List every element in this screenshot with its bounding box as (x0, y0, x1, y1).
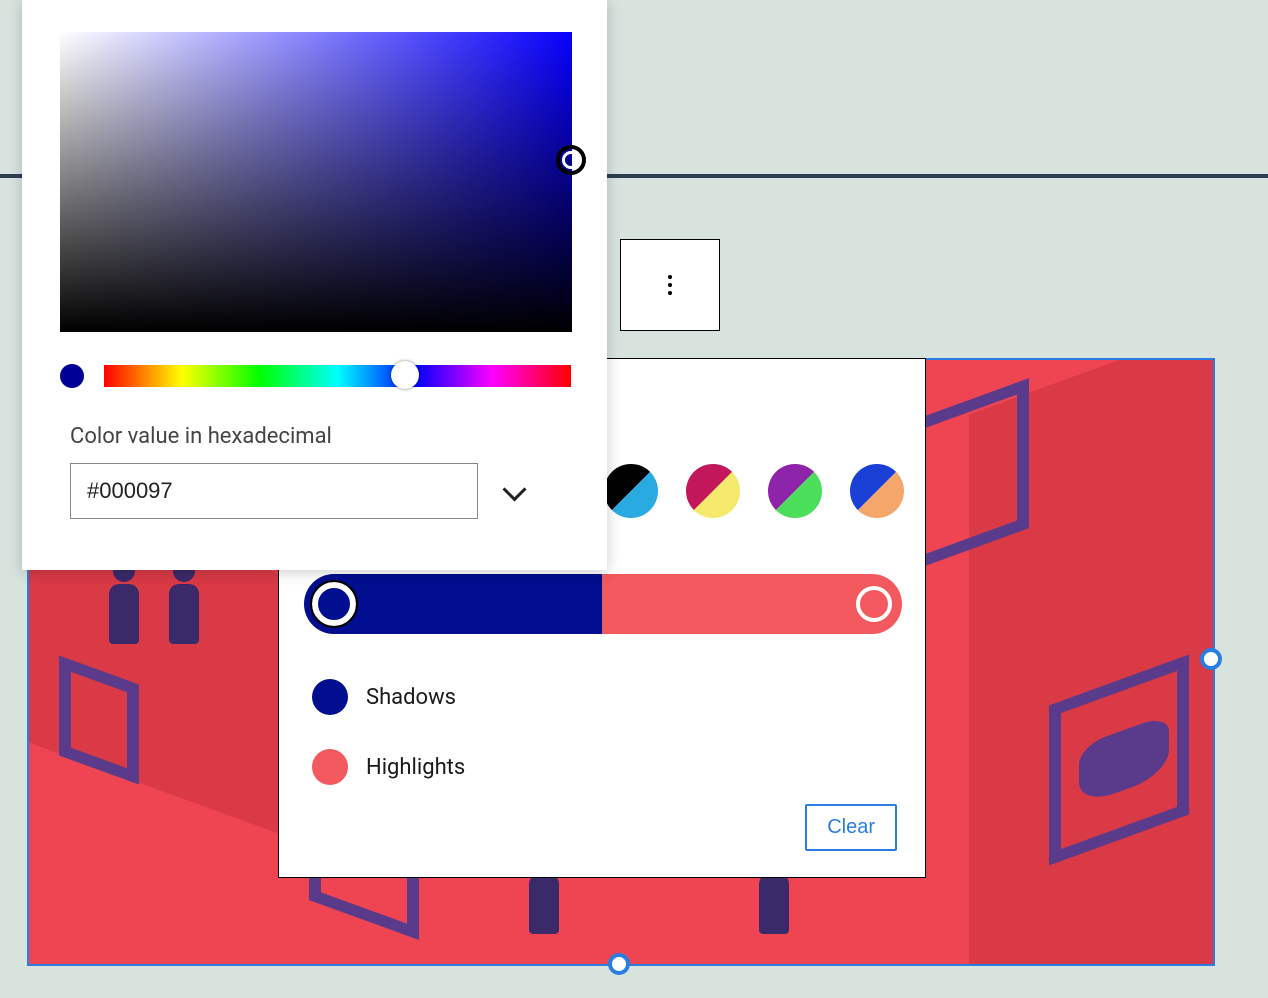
duotone-preset-magenta-yellow[interactable] (686, 464, 740, 518)
current-color-dot-icon (60, 364, 84, 388)
saturation-field[interactable] (60, 32, 572, 332)
clear-button[interactable]: Clear (805, 804, 897, 851)
kebab-icon (668, 275, 672, 295)
duotone-slider[interactable] (304, 574, 902, 634)
legend-shadows[interactable]: Shadows (312, 679, 456, 715)
highlights-swatch-icon (312, 749, 348, 785)
highlights-label: Highlights (366, 755, 465, 780)
illustration-person (109, 560, 139, 650)
more-options-button[interactable] (620, 239, 720, 331)
resize-handle-right[interactable] (1200, 648, 1222, 670)
shadows-swatch-icon (312, 679, 348, 715)
duotone-shadows-handle[interactable] (312, 582, 356, 626)
hex-input-label: Color value in hexadecimal (70, 424, 571, 449)
saturation-cursor[interactable] (556, 145, 586, 175)
duotone-highlights-handle[interactable] (856, 586, 892, 622)
hue-slider[interactable] (104, 365, 571, 387)
legend-highlights[interactable]: Highlights (312, 749, 465, 785)
duotone-preset-purple-green[interactable] (768, 464, 822, 518)
hex-input[interactable] (70, 463, 478, 519)
duotone-preset-blue-orange[interactable] (850, 464, 904, 518)
duotone-preset-row (604, 464, 904, 518)
duotone-slider-shadows[interactable] (304, 574, 602, 634)
duotone-slider-highlights[interactable] (602, 574, 902, 634)
duotone-preset-black-cyan[interactable] (604, 464, 658, 518)
illustration-person (169, 560, 199, 650)
shadows-label: Shadows (366, 685, 456, 710)
color-picker-popover: Color value in hexadecimal (22, 0, 607, 570)
hue-slider-handle[interactable] (391, 361, 419, 389)
chevron-down-icon[interactable] (502, 479, 526, 503)
resize-handle-bottom[interactable] (608, 953, 630, 975)
